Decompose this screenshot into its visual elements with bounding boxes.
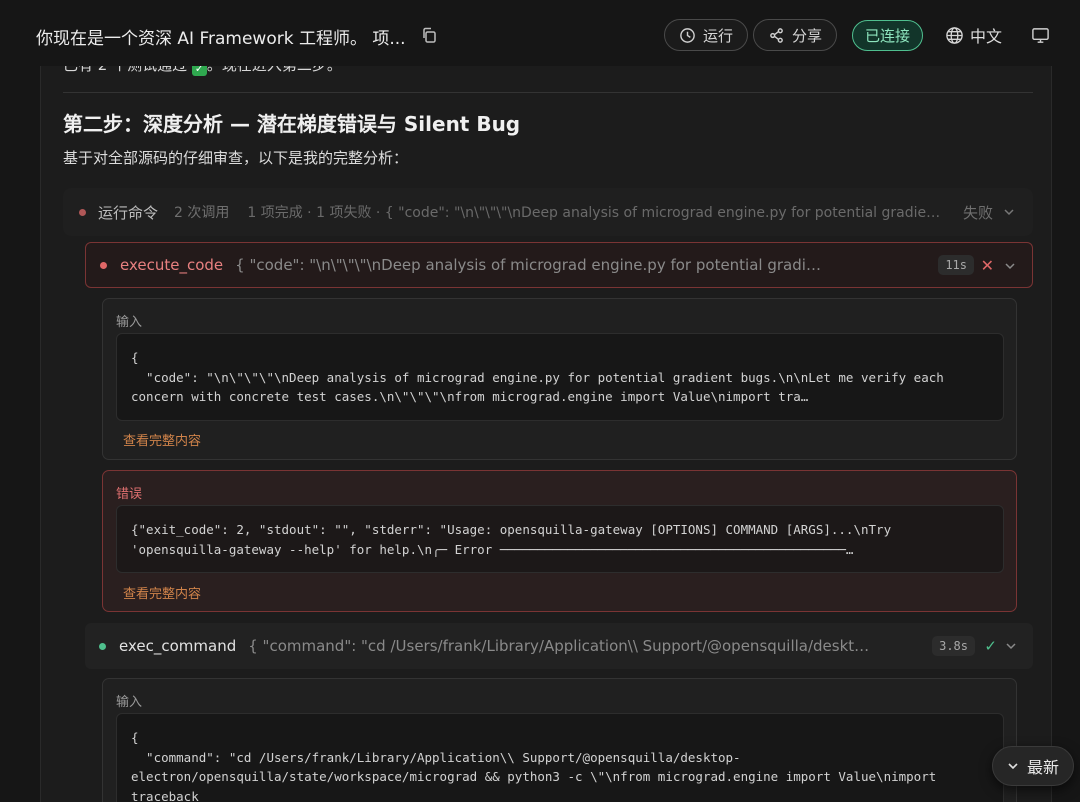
share-label: 分享	[792, 26, 823, 45]
tool-args-preview: { "command": "cd /Users/frank/Library/Ap…	[248, 637, 879, 655]
tool-input-card: 输入 { "command": "cd /Users/frank/Library…	[102, 678, 1017, 802]
conversation-title: 你现在是一个资深 AI Framework 工程师。 项...	[36, 29, 406, 49]
run-button[interactable]: 运行	[664, 19, 749, 51]
input-code-block: { "command": "cd /Users/frank/Library/Ap…	[116, 713, 1004, 802]
language-label: 中文	[970, 27, 1003, 46]
duration-badge: 11s	[938, 255, 974, 275]
scroll-to-latest-button[interactable]: 最新	[992, 746, 1074, 786]
success-status-dot-icon	[99, 642, 106, 650]
tool-group-status: 失败	[962, 203, 993, 222]
tool-name: execute_code	[120, 256, 224, 274]
success-check-icon: ✓	[984, 637, 997, 655]
tool-group-label: 运行命令	[98, 203, 159, 222]
tool-args-preview: { "code": "\n\"\"\"\nDeep analysis of mi…	[235, 256, 828, 274]
input-code-block: { "code": "\n\"\"\"\nDeep analysis of mi…	[116, 333, 1004, 421]
chevron-down-icon[interactable]	[1004, 260, 1016, 272]
language-switcher[interactable]: 中文	[945, 23, 1002, 47]
section-divider	[63, 92, 1033, 93]
error-status-dot-icon	[100, 261, 107, 269]
input-label: 输入	[116, 695, 143, 710]
share-icon	[770, 27, 783, 43]
tool-call-exec-command[interactable]: exec_command { "command": "cd /Users/fra…	[85, 623, 1033, 669]
error-label: 错误	[116, 487, 143, 502]
status-dot-icon	[79, 208, 86, 216]
tool-group-call-count: 2 次调用	[174, 205, 230, 221]
error-code-block: {"exit_code": 2, "stdout": "", "stderr":…	[116, 505, 1004, 573]
copy-icon[interactable]	[420, 26, 438, 44]
connection-status-badge: 已连接	[852, 20, 924, 51]
chat-message-panel: 已有 2 个测试通过 ✓。现在进入第二步。 第二步：深度分析 — 潜在梯度错误与…	[40, 40, 1052, 802]
tool-group-summary: 1 项完成 · 1 项失败 · { "code": "\n\"\"\"\nDee…	[247, 205, 948, 221]
globe-icon	[946, 26, 963, 44]
share-button[interactable]: 分享	[753, 19, 838, 51]
top-bar: 你现在是一个资深 AI Framework 工程师。 项... 运行 分享 已连…	[0, 0, 1080, 66]
chevron-down-icon	[1008, 763, 1018, 770]
tool-error-card: 错误 {"exit_code": 2, "stdout": "", "stder…	[102, 470, 1017, 612]
failed-x-icon: ✕	[980, 255, 994, 275]
tool-call-execute-code[interactable]: execute_code { "code": "\n\"\"\"\nDeep a…	[85, 242, 1033, 288]
view-full-error-link[interactable]: 查看完整内容	[123, 583, 201, 602]
input-label: 输入	[116, 315, 143, 330]
chevron-down-icon[interactable]	[1003, 206, 1015, 218]
chevron-down-icon[interactable]	[1005, 640, 1017, 652]
section-intro: 基于对全部源码的仔细审查，以下是我的完整分析：	[63, 149, 409, 167]
section-heading: 第二步：深度分析 — 潜在梯度错误与 Silent Bug	[63, 112, 521, 136]
duration-badge: 3.8s	[932, 636, 975, 656]
latest-label: 最新	[1026, 758, 1059, 777]
clock-icon	[680, 27, 695, 43]
tool-name: exec_command	[119, 637, 237, 655]
tool-group-header[interactable]: 运行命令 2 次调用 1 项完成 · 1 项失败 · { "code": "\n…	[63, 188, 1033, 236]
monitor-icon[interactable]	[1031, 26, 1050, 45]
run-label: 运行	[703, 26, 734, 45]
view-full-link[interactable]: 查看完整内容	[123, 430, 201, 449]
tool-input-card: 输入 { "code": "\n\"\"\"\nDeep analysis of…	[102, 298, 1017, 460]
